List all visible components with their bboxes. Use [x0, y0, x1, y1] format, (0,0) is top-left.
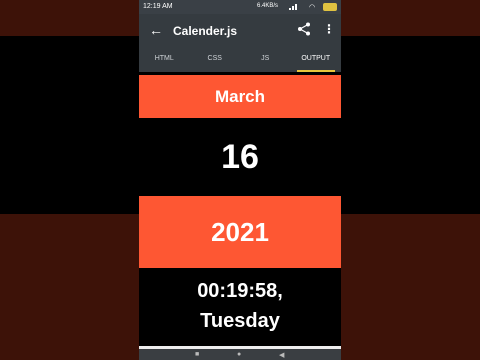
page-title: Calender.js [173, 24, 238, 38]
home-icon[interactable]: ● [237, 351, 241, 358]
network-speed: 6.4KB/s [257, 3, 279, 9]
navigation-bar: ■ ● ◀ [139, 346, 341, 360]
battery-icon [323, 3, 337, 11]
tab-js[interactable]: JS [240, 48, 291, 72]
recents-icon[interactable]: ■ [195, 351, 199, 358]
signal-icon [289, 4, 297, 10]
year-display: 2021 [139, 196, 341, 268]
more-options-icon[interactable]: ⋮ [323, 22, 335, 36]
wifi-icon: ◠ [309, 4, 316, 11]
phone-screen: 12:19 AM 6.4KB/s ◠ ← Calender.js ⋮ HTML … [139, 0, 341, 360]
back-nav-icon[interactable]: ◀ [279, 351, 284, 359]
share-icon[interactable] [297, 22, 311, 36]
day-display: 16 [139, 118, 341, 196]
back-arrow-icon[interactable]: ← [149, 22, 163, 38]
tab-output[interactable]: OUTPUT [291, 48, 342, 72]
month-display: March [139, 75, 341, 118]
tab-html[interactable]: HTML [139, 48, 190, 72]
tab-bar: HTML CSS JS OUTPUT [139, 48, 341, 72]
status-bar: 12:19 AM 6.4KB/s ◠ [139, 0, 341, 14]
weekday-display: Tuesday [200, 310, 280, 332]
time-weekday-display: 00:19:58, Tuesday [139, 268, 341, 346]
tab-css[interactable]: CSS [190, 48, 241, 72]
status-time: 12:19 AM [143, 3, 173, 10]
app-bar: ← Calender.js ⋮ [139, 14, 341, 48]
time-display: 00:19:58, [197, 280, 283, 302]
